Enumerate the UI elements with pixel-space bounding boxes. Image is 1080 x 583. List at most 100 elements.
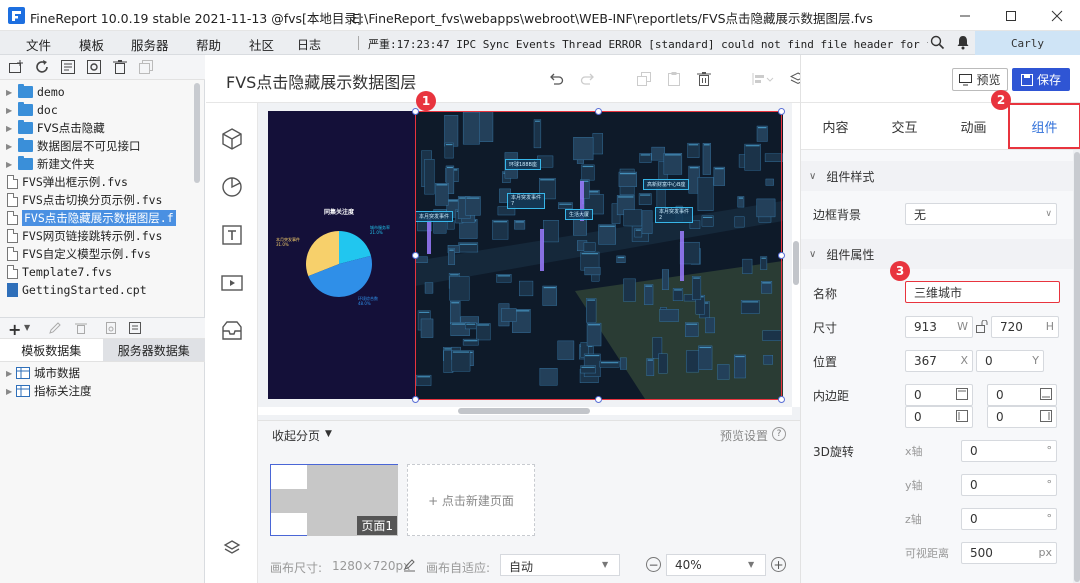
padding-right-input[interactable]: 0 (987, 406, 1057, 428)
dataset-item-index[interactable]: ▶ 指标关注度 (0, 382, 190, 400)
caret-right-icon[interactable]: ▶ (6, 124, 16, 133)
position-x-input[interactable]: 367 X (905, 350, 973, 372)
menu-server[interactable]: 服务器 (131, 35, 169, 54)
lock-ratio-icon[interactable] (976, 320, 989, 333)
tree-folder[interactable]: ▶ 数据图层不可见接口 (0, 137, 190, 155)
resize-handle[interactable] (778, 252, 785, 259)
pie-chart-widget[interactable]: 同集关注度 本月突发事件 31.0% 城市服务率 21.0% 环境综合数 48.… (268, 111, 415, 399)
pie-chart-icon[interactable] (220, 175, 244, 199)
log-label[interactable]: 日志 (297, 36, 321, 53)
tree-file[interactable]: GettingStarted.cpt (0, 281, 190, 299)
dataset-item-city[interactable]: ▶ 城市数据 (0, 364, 190, 382)
help-icon[interactable]: ? (772, 427, 786, 441)
preview-dataset-icon[interactable] (104, 321, 118, 335)
tab-content[interactable]: 内容 (801, 103, 870, 149)
caret-down-icon[interactable]: ▼ (325, 429, 332, 439)
caret-right-icon[interactable]: ▶ (6, 88, 16, 97)
redo-icon[interactable] (580, 71, 596, 87)
width-input[interactable]: 913 W (905, 316, 973, 338)
edit-icon[interactable] (48, 321, 62, 335)
vertical-scrollbar[interactable] (793, 241, 799, 285)
log-message[interactable]: 严重:17:23:47 IPC Sync Events Thread ERROR… (368, 36, 928, 52)
tree-file[interactable]: FVS自定义模型示例.fvs (0, 245, 190, 263)
tree-file[interactable]: FVS点击隐藏展示数据图层.f (0, 209, 190, 227)
bell-icon[interactable] (956, 35, 970, 50)
page-thumbnail[interactable]: 页面1 (270, 464, 398, 536)
user-account[interactable]: Carly (975, 31, 1080, 55)
preview-button[interactable]: 预览 (952, 68, 1008, 91)
rotate-x-input[interactable]: 0 ° (961, 440, 1057, 462)
fold-pages-button[interactable]: 收起分页 (272, 427, 320, 444)
copy-icon[interactable] (138, 59, 154, 75)
position-y-input[interactable]: 0Y (976, 350, 1044, 372)
tree-folder[interactable]: ▶ FVS点击隐藏 (0, 119, 190, 137)
padding-top-input[interactable]: 0 (905, 384, 973, 406)
menu-template[interactable]: 模板 (79, 35, 104, 54)
layers-icon[interactable] (223, 539, 241, 557)
padding-bottom-input[interactable]: 0 (987, 384, 1057, 406)
tree-folder[interactable]: ▶ 新建文件夹 (0, 155, 190, 173)
resize-handle[interactable] (412, 252, 419, 259)
delete-dataset-icon[interactable] (74, 321, 88, 335)
delete-component-icon[interactable] (696, 71, 712, 87)
padding-left-input[interactable]: 0 (905, 406, 973, 428)
cube-3d-icon[interactable] (220, 127, 244, 151)
tree-folder[interactable]: ▶ doc (0, 101, 190, 119)
rotate-z-input[interactable]: 0 ° (961, 508, 1057, 530)
menu-file[interactable]: 文件 (26, 35, 51, 54)
chevron-down-icon[interactable]: ▼ (602, 560, 608, 569)
maximize-button[interactable] (988, 0, 1034, 31)
preview-settings-button[interactable]: 预览设置 (720, 427, 768, 444)
dataset-tool-icon[interactable] (128, 321, 142, 335)
rotate-y-input[interactable]: 0 ° (961, 474, 1057, 496)
resize-handle[interactable] (412, 396, 419, 403)
text-icon[interactable] (220, 223, 244, 247)
tab-animation[interactable]: 动画 (939, 103, 1008, 149)
media-icon[interactable] (220, 271, 244, 295)
caret-right-icon[interactable]: ▶ (6, 106, 16, 115)
name-input[interactable]: 三维城市 (905, 281, 1060, 303)
new-folder-icon[interactable] (8, 59, 24, 75)
tree-file[interactable]: FVS弹出框示例.fvs (0, 173, 190, 191)
new-page-button[interactable]: + 点击新建页面 (407, 464, 535, 536)
resize-handle[interactable] (778, 108, 785, 115)
selection-frame[interactable] (415, 111, 782, 400)
save-button[interactable]: 保存 (1012, 68, 1070, 91)
resize-handle[interactable] (412, 108, 419, 115)
close-button[interactable] (1034, 0, 1080, 31)
tree-scrollbar[interactable] (194, 83, 200, 183)
copy-component-icon[interactable] (636, 71, 652, 87)
chevron-down-icon[interactable]: ▼ (748, 560, 754, 569)
search-icon[interactable] (930, 35, 945, 50)
tree-file[interactable]: FVS点击切换分页示例.fvs (0, 191, 190, 209)
canvas-area[interactable]: 同集关注度 本月突发事件 31.0% 城市服务率 21.0% 环境综合数 48.… (258, 91, 800, 423)
menu-community[interactable]: 社区 (249, 35, 274, 54)
tab-component[interactable]: 组件 (1008, 103, 1080, 149)
tab-template-dataset[interactable]: 模板数据集 (0, 338, 103, 362)
panel-scrollbar[interactable] (1074, 152, 1080, 582)
add-dataset-icon[interactable]: + (8, 320, 21, 339)
resize-handle[interactable] (778, 396, 785, 403)
zoom-out-button[interactable]: − (646, 557, 661, 572)
section-component-attr[interactable]: ∨ 组件属性 (801, 239, 1073, 269)
tree-folder[interactable]: ▶ demo (0, 83, 190, 101)
view-distance-input[interactable]: 500 px (961, 542, 1057, 564)
align-icon[interactable] (752, 71, 774, 87)
delete-icon[interactable] (112, 59, 128, 75)
height-input[interactable]: 720 H (991, 316, 1059, 338)
resize-handle[interactable] (595, 108, 602, 115)
caret-right-icon[interactable]: ▶ (6, 142, 16, 151)
resize-handle[interactable] (595, 396, 602, 403)
section-component-style[interactable]: ∨ 组件样式 (801, 161, 1073, 191)
border-bg-select[interactable]: 无 ∨ (905, 203, 1057, 225)
minimize-button[interactable] (942, 0, 988, 31)
zoom-in-button[interactable]: + (771, 557, 786, 572)
paste-icon[interactable] (666, 71, 682, 87)
tab-server-dataset[interactable]: 服务器数据集 (102, 338, 205, 362)
chevron-down-icon[interactable]: ▼ (24, 323, 30, 332)
container-icon[interactable] (220, 319, 244, 343)
tree-file[interactable]: FVS网页链接跳转示例.fvs (0, 227, 190, 245)
caret-right-icon[interactable]: ▶ (6, 160, 16, 169)
template-info-icon[interactable] (60, 59, 76, 75)
undo-icon[interactable] (548, 71, 564, 87)
